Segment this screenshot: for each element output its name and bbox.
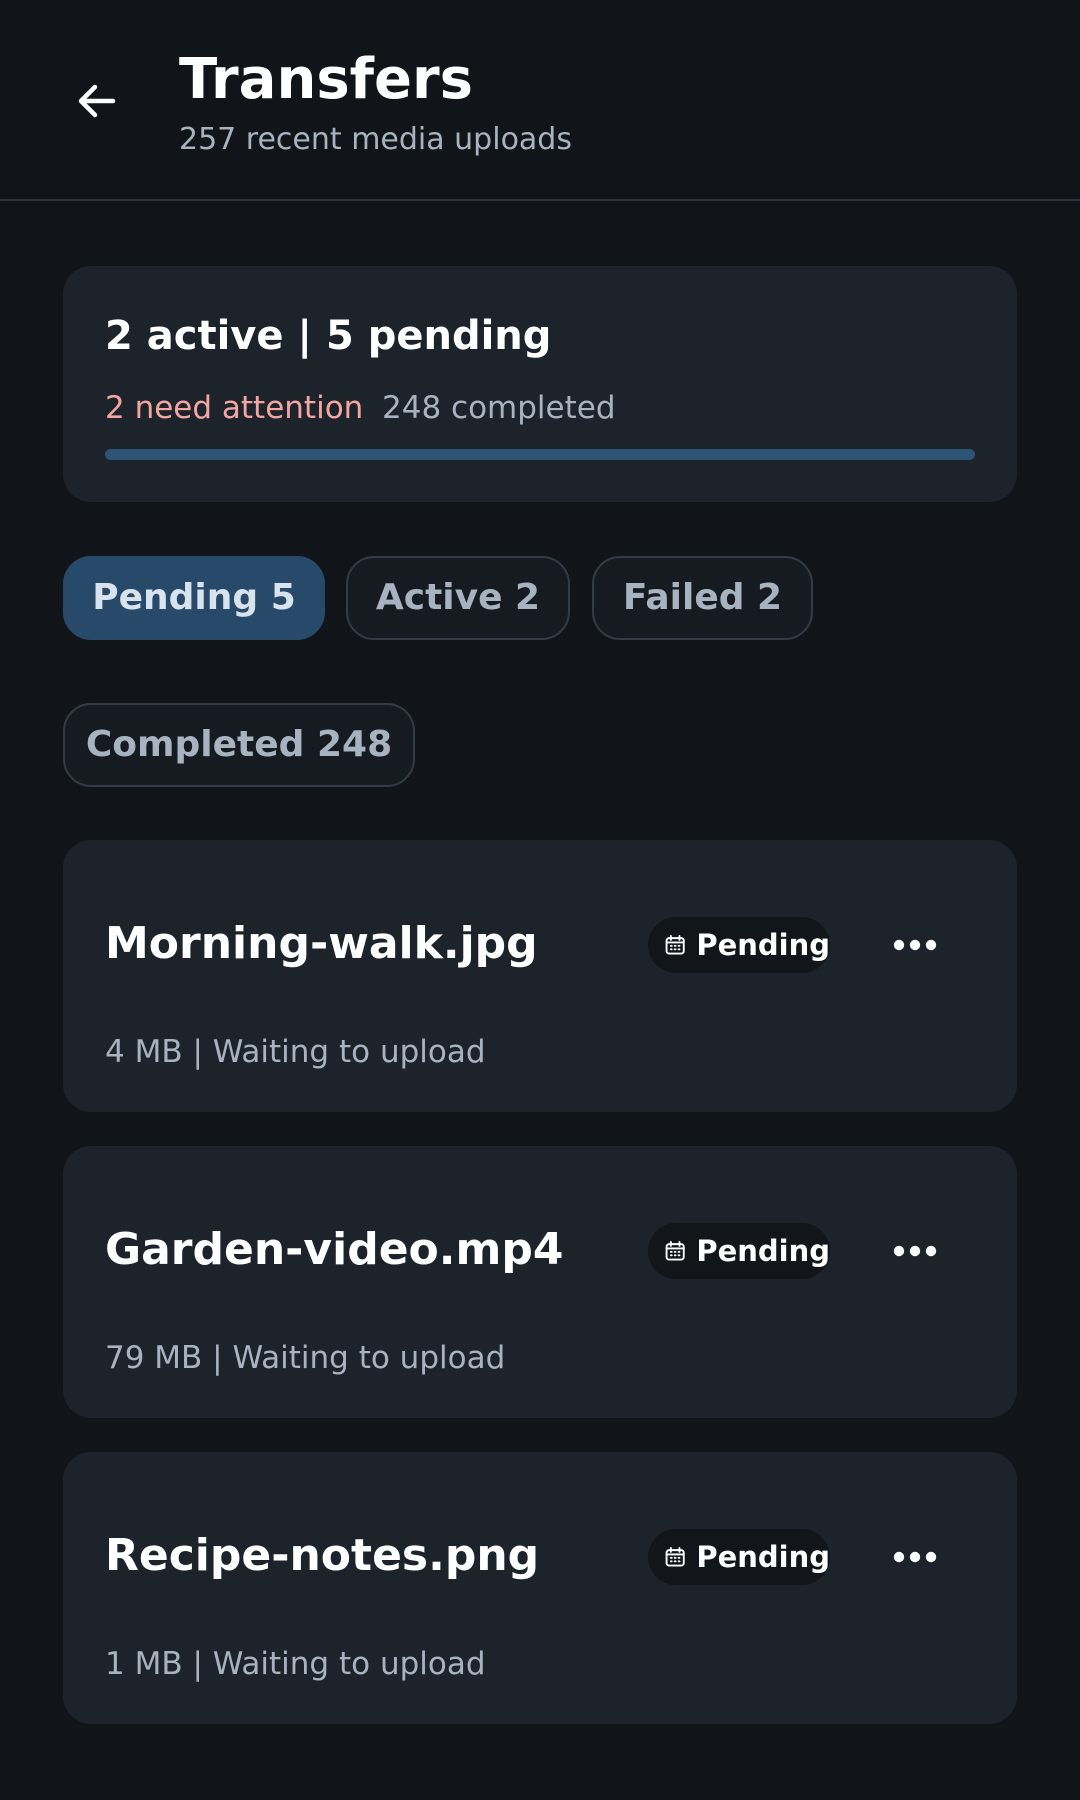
file-name: Recipe-notes.png: [105, 1530, 540, 1581]
status-badge: Pending: [648, 1223, 830, 1279]
file-name: Garden-video.mp4: [105, 1224, 564, 1275]
page-title: Transfers: [179, 47, 473, 112]
transfer-item[interactable]: Morning-walk.jpg Pending 4 MB | Waiting …: [63, 840, 1017, 1112]
transfer-summary-card: 2 active | 5 pending 2 need attention 24…: [63, 266, 1017, 502]
calendar-icon: [665, 1547, 685, 1567]
transfer-item[interactable]: Garden-video.mp4 Pending 79 MB | Waiting…: [63, 1146, 1017, 1418]
completed-count: 248 completed: [382, 390, 616, 426]
status-badge: Pending: [648, 917, 830, 973]
more-options-button[interactable]: [883, 1226, 947, 1276]
page-subtitle: 257 recent media uploads: [179, 122, 572, 157]
app-header: Transfers 257 recent media uploads: [0, 0, 1080, 201]
status-badge: Pending: [648, 1529, 830, 1585]
filter-chip-completed[interactable]: Completed 248: [63, 703, 415, 787]
more-options-button[interactable]: [883, 920, 947, 970]
more-horizontal-icon: [893, 1245, 937, 1257]
arrow-left-icon: [78, 84, 116, 118]
file-meta: 1 MB | Waiting to upload: [105, 1646, 486, 1682]
file-meta: 4 MB | Waiting to upload: [105, 1034, 486, 1070]
file-name: Morning-walk.jpg: [105, 918, 538, 969]
summary-title: 2 active | 5 pending: [105, 313, 552, 359]
status-label: Pending: [696, 1233, 830, 1268]
more-horizontal-icon: [893, 939, 937, 951]
attention-count: 2 need attention: [105, 390, 364, 426]
transfer-item[interactable]: Recipe-notes.png Pending 1 MB | Waiting …: [63, 1452, 1017, 1724]
upload-progress-fill: [105, 449, 975, 460]
filter-chip-active[interactable]: Active 2: [346, 556, 570, 640]
more-options-button[interactable]: [883, 1532, 947, 1582]
back-button[interactable]: [66, 70, 128, 132]
upload-progress-bar: [105, 449, 975, 460]
calendar-icon: [665, 935, 685, 955]
status-label: Pending: [696, 927, 830, 962]
calendar-icon: [665, 1241, 685, 1261]
filter-chip-failed[interactable]: Failed 2: [592, 556, 813, 640]
status-label: Pending: [696, 1539, 830, 1574]
more-horizontal-icon: [893, 1551, 937, 1563]
filter-chip-pending[interactable]: Pending 5: [63, 556, 325, 640]
file-meta: 79 MB | Waiting to upload: [105, 1340, 506, 1376]
